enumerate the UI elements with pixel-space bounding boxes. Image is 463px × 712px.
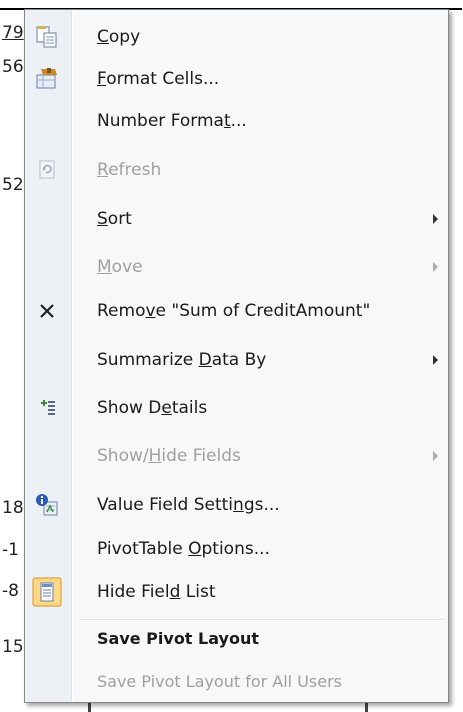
show-details-icon <box>35 396 59 420</box>
menu-item-summarize-data-by[interactable]: Summarize Data By <box>25 339 448 381</box>
menu-item-label: PivotTable Options... <box>97 539 270 559</box>
menu-item-hide-field-list[interactable]: Hide Field List <box>25 571 448 613</box>
menu-item-show-hide-fields[interactable]: Show/Hide Fields <box>25 435 448 477</box>
menu-item-move[interactable]: Move <box>25 246 448 288</box>
menu-item-label: Hide Field List <box>97 582 216 602</box>
menu-item-number-format[interactable]: Number Format... <box>25 100 448 142</box>
cell-value: 18 <box>2 498 24 518</box>
cell-border <box>88 703 91 712</box>
menu-item-show-details[interactable]: Show Details <box>25 387 448 429</box>
menu-item-label: Move <box>97 257 143 277</box>
refresh-icon <box>35 158 59 182</box>
menu-item-label: Sort <box>97 209 132 229</box>
menu-item-save-pivot-layout[interactable]: Save Pivot Layout <box>25 618 448 660</box>
field-list-icon <box>32 577 62 607</box>
submenu-arrow-icon <box>433 355 438 365</box>
menu-item-refresh[interactable]: Refresh <box>25 149 448 191</box>
menu-item-label: Value Field Settings... <box>97 495 280 515</box>
submenu-arrow-icon <box>433 262 438 272</box>
cell-value: 56 <box>2 57 24 77</box>
submenu-arrow-icon <box>433 214 438 224</box>
cell-value: 15 <box>2 637 24 657</box>
menu-item-format-cells[interactable]: Format Cells... <box>25 58 448 100</box>
menu-item-label: Show/Hide Fields <box>97 446 241 466</box>
remove-icon <box>35 299 59 323</box>
cell-value: 79 <box>2 23 24 43</box>
value-field-settings-icon <box>35 493 59 517</box>
menu-item-label: Save Pivot Layout <box>97 629 259 648</box>
menu-item-label: Remove "Sum of CreditAmount" <box>97 301 371 321</box>
menu-item-label: Refresh <box>97 160 162 180</box>
menu-item-value-field-settings[interactable]: Value Field Settings... <box>25 484 448 526</box>
menu-item-label: Copy <box>97 27 141 47</box>
menu-item-label: Number Format... <box>97 111 247 131</box>
cell-value: 52 <box>2 175 24 195</box>
copy-icon <box>35 25 59 49</box>
menu-item-pivottable-options[interactable]: PivotTable Options... <box>25 528 448 570</box>
menu-item-remove[interactable]: Remove "Sum of CreditAmount" <box>25 290 448 332</box>
menu-item-label: Format Cells... <box>97 69 220 89</box>
cell-value: -8 <box>2 581 19 601</box>
menu-item-copy[interactable]: Copy <box>25 16 448 58</box>
cell-value: -1 <box>2 540 19 560</box>
submenu-arrow-icon <box>433 451 438 461</box>
format-cells-icon <box>35 67 59 91</box>
context-menu: Copy Format Cells... Number Format... Re… <box>24 9 449 703</box>
cell-border <box>365 703 368 712</box>
menu-item-label: Save Pivot Layout for All Users <box>97 672 343 691</box>
menu-item-sort[interactable]: Sort <box>25 198 448 240</box>
menu-item-label: Show Details <box>97 398 208 418</box>
menu-item-label: Summarize Data By <box>97 350 267 370</box>
menu-item-save-pivot-layout-all-users[interactable]: Save Pivot Layout for All Users <box>25 661 448 703</box>
